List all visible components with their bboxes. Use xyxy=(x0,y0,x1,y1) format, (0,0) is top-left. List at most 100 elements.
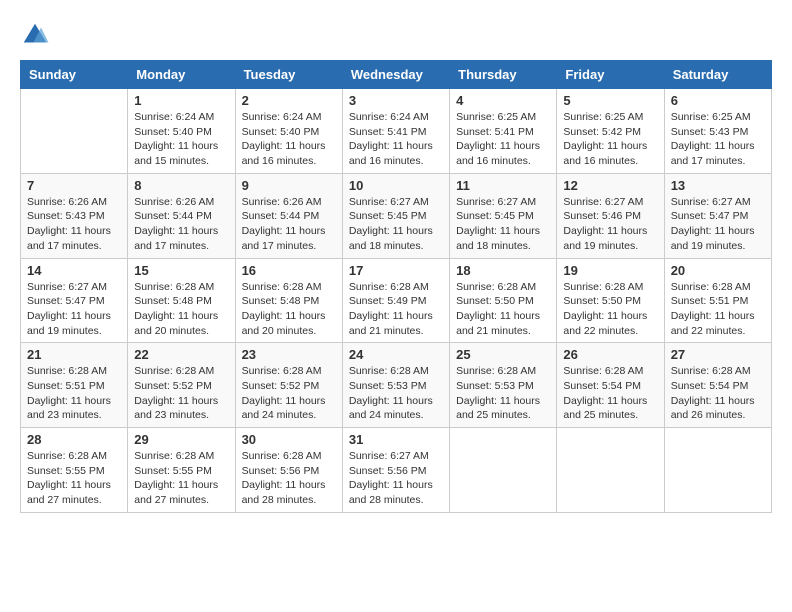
day-number: 23 xyxy=(242,347,336,362)
cell-info: Sunrise: 6:27 AM Sunset: 5:46 PM Dayligh… xyxy=(563,195,657,254)
day-number: 15 xyxy=(134,263,228,278)
day-number: 31 xyxy=(349,432,443,447)
day-number: 5 xyxy=(563,93,657,108)
cell-info: Sunrise: 6:25 AM Sunset: 5:43 PM Dayligh… xyxy=(671,110,765,169)
day-number: 28 xyxy=(27,432,121,447)
cell-info: Sunrise: 6:28 AM Sunset: 5:53 PM Dayligh… xyxy=(456,364,550,423)
day-number: 16 xyxy=(242,263,336,278)
cell-info: Sunrise: 6:26 AM Sunset: 5:44 PM Dayligh… xyxy=(134,195,228,254)
day-number: 24 xyxy=(349,347,443,362)
header-row: SundayMondayTuesdayWednesdayThursdayFrid… xyxy=(21,61,772,89)
cell-info: Sunrise: 6:27 AM Sunset: 5:45 PM Dayligh… xyxy=(349,195,443,254)
cell-info: Sunrise: 6:28 AM Sunset: 5:55 PM Dayligh… xyxy=(134,449,228,508)
day-number: 7 xyxy=(27,178,121,193)
week-row-4: 21 Sunrise: 6:28 AM Sunset: 5:51 PM Dayli… xyxy=(21,343,772,428)
calendar-cell: 28 Sunrise: 6:28 AM Sunset: 5:55 PM Dayli… xyxy=(21,428,128,513)
day-number: 13 xyxy=(671,178,765,193)
calendar-cell: 10 Sunrise: 6:27 AM Sunset: 5:45 PM Dayli… xyxy=(342,173,449,258)
cell-info: Sunrise: 6:28 AM Sunset: 5:48 PM Dayligh… xyxy=(134,280,228,339)
day-number: 3 xyxy=(349,93,443,108)
day-number: 1 xyxy=(134,93,228,108)
page-header xyxy=(20,20,772,50)
calendar-cell xyxy=(450,428,557,513)
calendar-cell: 26Sunrise: 6:28 AM Sunset: 5:54 PM Dayli… xyxy=(557,343,664,428)
column-header-saturday: Saturday xyxy=(664,61,771,89)
calendar-cell: 17 Sunrise: 6:28 AM Sunset: 5:49 PM Dayli… xyxy=(342,258,449,343)
cell-info: Sunrise: 6:28 AM Sunset: 5:56 PM Dayligh… xyxy=(242,449,336,508)
calendar-cell: 3 Sunrise: 6:24 AM Sunset: 5:41 PM Daylig… xyxy=(342,89,449,174)
cell-info: Sunrise: 6:27 AM Sunset: 5:47 PM Dayligh… xyxy=(671,195,765,254)
cell-info: Sunrise: 6:26 AM Sunset: 5:44 PM Dayligh… xyxy=(242,195,336,254)
column-header-sunday: Sunday xyxy=(21,61,128,89)
week-row-3: 14 Sunrise: 6:27 AM Sunset: 5:47 PM Dayli… xyxy=(21,258,772,343)
day-number: 12 xyxy=(563,178,657,193)
day-number: 9 xyxy=(242,178,336,193)
cell-info: Sunrise: 6:28 AM Sunset: 5:55 PM Dayligh… xyxy=(27,449,121,508)
logo xyxy=(20,20,54,50)
cell-info: Sunrise: 6:24 AM Sunset: 5:40 PM Dayligh… xyxy=(242,110,336,169)
week-row-2: 7 Sunrise: 6:26 AM Sunset: 5:43 PM Daylig… xyxy=(21,173,772,258)
cell-info: Sunrise: 6:28 AM Sunset: 5:50 PM Dayligh… xyxy=(563,280,657,339)
calendar-cell: 27 Sunrise: 6:28 AM Sunset: 5:54 PM Dayli… xyxy=(664,343,771,428)
day-number: 19 xyxy=(563,263,657,278)
calendar-cell: 8 Sunrise: 6:26 AM Sunset: 5:44 PM Daylig… xyxy=(128,173,235,258)
cell-info: Sunrise: 6:28 AM Sunset: 5:49 PM Dayligh… xyxy=(349,280,443,339)
day-number: 22 xyxy=(134,347,228,362)
day-number: 4 xyxy=(456,93,550,108)
cell-info: Sunrise: 6:28 AM Sunset: 5:52 PM Dayligh… xyxy=(242,364,336,423)
calendar-cell: 16 Sunrise: 6:28 AM Sunset: 5:48 PM Dayli… xyxy=(235,258,342,343)
calendar-table: SundayMondayTuesdayWednesdayThursdayFrid… xyxy=(20,60,772,513)
calendar-cell: 13 Sunrise: 6:27 AM Sunset: 5:47 PM Dayli… xyxy=(664,173,771,258)
calendar-cell: 19 Sunrise: 6:28 AM Sunset: 5:50 PM Dayli… xyxy=(557,258,664,343)
cell-info: Sunrise: 6:27 AM Sunset: 5:45 PM Dayligh… xyxy=(456,195,550,254)
day-number: 6 xyxy=(671,93,765,108)
day-number: 30 xyxy=(242,432,336,447)
day-number: 17 xyxy=(349,263,443,278)
calendar-cell: 6 Sunrise: 6:25 AM Sunset: 5:43 PM Daylig… xyxy=(664,89,771,174)
day-number: 27 xyxy=(671,347,765,362)
calendar-cell: 25 Sunrise: 6:28 AM Sunset: 5:53 PM Dayli… xyxy=(450,343,557,428)
cell-info: Sunrise: 6:27 AM Sunset: 5:47 PM Dayligh… xyxy=(27,280,121,339)
cell-info: Sunrise: 6:24 AM Sunset: 5:41 PM Dayligh… xyxy=(349,110,443,169)
day-number: 14 xyxy=(27,263,121,278)
column-header-monday: Monday xyxy=(128,61,235,89)
calendar-cell: 11Sunrise: 6:27 AM Sunset: 5:45 PM Dayli… xyxy=(450,173,557,258)
calendar-cell: 2 Sunrise: 6:24 AM Sunset: 5:40 PM Daylig… xyxy=(235,89,342,174)
cell-info: Sunrise: 6:28 AM Sunset: 5:52 PM Dayligh… xyxy=(134,364,228,423)
cell-info: Sunrise: 6:28 AM Sunset: 5:48 PM Dayligh… xyxy=(242,280,336,339)
day-number: 8 xyxy=(134,178,228,193)
day-number: 21 xyxy=(27,347,121,362)
calendar-cell: 1 Sunrise: 6:24 AM Sunset: 5:40 PM Daylig… xyxy=(128,89,235,174)
calendar-cell xyxy=(21,89,128,174)
day-number: 26 xyxy=(563,347,657,362)
cell-info: Sunrise: 6:28 AM Sunset: 5:54 PM Dayligh… xyxy=(671,364,765,423)
calendar-cell xyxy=(557,428,664,513)
calendar-cell: 9 Sunrise: 6:26 AM Sunset: 5:44 PM Daylig… xyxy=(235,173,342,258)
calendar-cell xyxy=(664,428,771,513)
column-header-tuesday: Tuesday xyxy=(235,61,342,89)
day-number: 29 xyxy=(134,432,228,447)
column-header-thursday: Thursday xyxy=(450,61,557,89)
day-number: 18 xyxy=(456,263,550,278)
day-number: 20 xyxy=(671,263,765,278)
column-header-wednesday: Wednesday xyxy=(342,61,449,89)
cell-info: Sunrise: 6:27 AM Sunset: 5:56 PM Dayligh… xyxy=(349,449,443,508)
cell-info: Sunrise: 6:28 AM Sunset: 5:51 PM Dayligh… xyxy=(27,364,121,423)
calendar-cell: 4 Sunrise: 6:25 AM Sunset: 5:41 PM Daylig… xyxy=(450,89,557,174)
calendar-cell: 7 Sunrise: 6:26 AM Sunset: 5:43 PM Daylig… xyxy=(21,173,128,258)
calendar-cell: 23 Sunrise: 6:28 AM Sunset: 5:52 PM Dayli… xyxy=(235,343,342,428)
cell-info: Sunrise: 6:24 AM Sunset: 5:40 PM Dayligh… xyxy=(134,110,228,169)
day-number: 25 xyxy=(456,347,550,362)
cell-info: Sunrise: 6:28 AM Sunset: 5:53 PM Dayligh… xyxy=(349,364,443,423)
calendar-cell: 29 Sunrise: 6:28 AM Sunset: 5:55 PM Dayli… xyxy=(128,428,235,513)
calendar-cell: 21 Sunrise: 6:28 AM Sunset: 5:51 PM Dayli… xyxy=(21,343,128,428)
cell-info: Sunrise: 6:25 AM Sunset: 5:41 PM Dayligh… xyxy=(456,110,550,169)
week-row-1: 1 Sunrise: 6:24 AM Sunset: 5:40 PM Daylig… xyxy=(21,89,772,174)
cell-info: Sunrise: 6:26 AM Sunset: 5:43 PM Dayligh… xyxy=(27,195,121,254)
day-number: 2 xyxy=(242,93,336,108)
day-number: 10 xyxy=(349,178,443,193)
calendar-cell: 24 Sunrise: 6:28 AM Sunset: 5:53 PM Dayli… xyxy=(342,343,449,428)
calendar-cell: 30 Sunrise: 6:28 AM Sunset: 5:56 PM Dayli… xyxy=(235,428,342,513)
column-header-friday: Friday xyxy=(557,61,664,89)
calendar-cell: 15 Sunrise: 6:28 AM Sunset: 5:48 PM Dayli… xyxy=(128,258,235,343)
